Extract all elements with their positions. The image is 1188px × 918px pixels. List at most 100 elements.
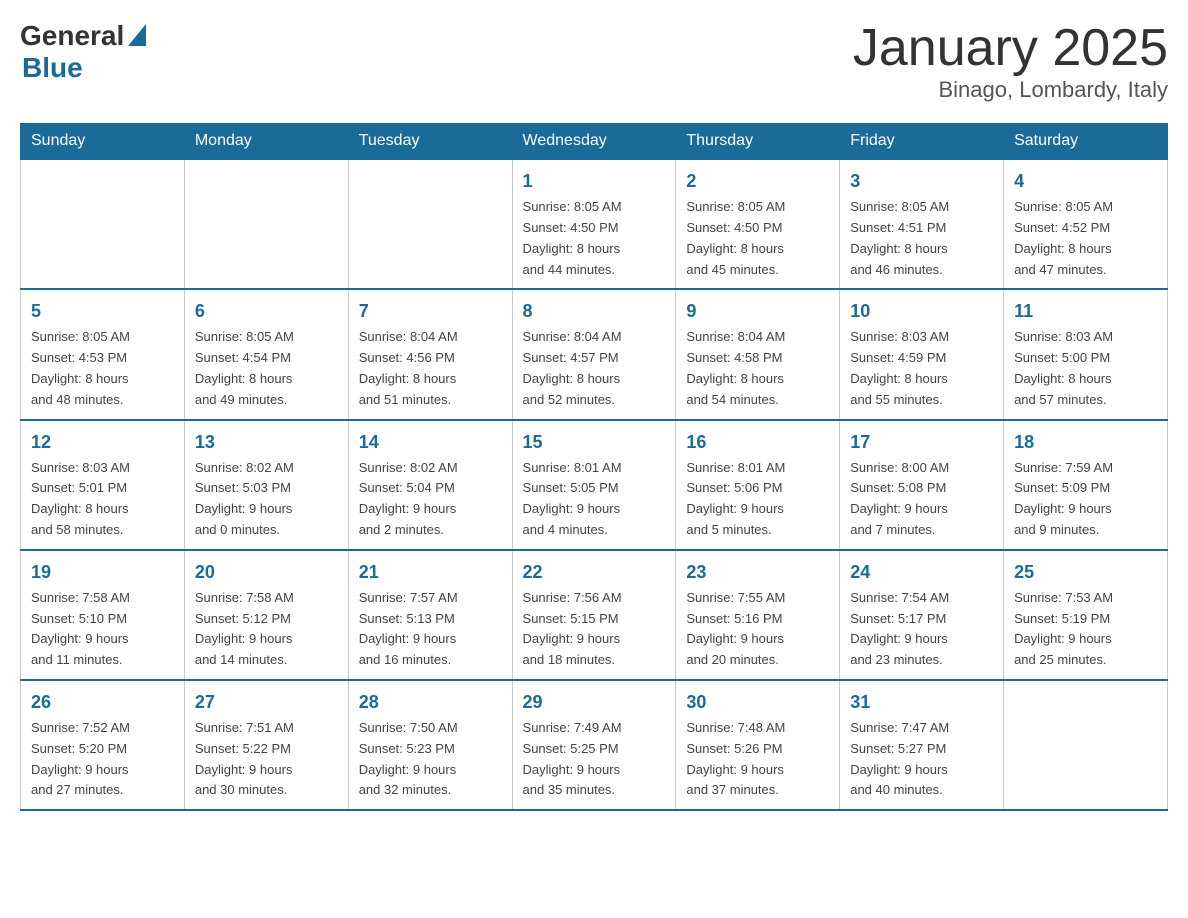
day-number: 2 bbox=[686, 168, 829, 195]
day-number: 14 bbox=[359, 429, 502, 456]
calendar-cell: 26Sunrise: 7:52 AMSunset: 5:20 PMDayligh… bbox=[21, 680, 185, 810]
logo-triangle-icon bbox=[128, 24, 146, 46]
calendar-cell: 1Sunrise: 8:05 AMSunset: 4:50 PMDaylight… bbox=[512, 159, 676, 289]
weekday-header: Sunday bbox=[21, 124, 185, 160]
day-number: 17 bbox=[850, 429, 993, 456]
day-info: Sunrise: 8:05 AMSunset: 4:50 PMDaylight:… bbox=[523, 197, 666, 280]
weekday-header: Wednesday bbox=[512, 124, 676, 160]
day-info: Sunrise: 7:52 AMSunset: 5:20 PMDaylight:… bbox=[31, 718, 174, 801]
calendar-cell: 11Sunrise: 8:03 AMSunset: 5:00 PMDayligh… bbox=[1004, 289, 1168, 419]
calendar-cell: 21Sunrise: 7:57 AMSunset: 5:13 PMDayligh… bbox=[348, 550, 512, 680]
calendar-week-row: 5Sunrise: 8:05 AMSunset: 4:53 PMDaylight… bbox=[21, 289, 1168, 419]
day-info: Sunrise: 7:50 AMSunset: 5:23 PMDaylight:… bbox=[359, 718, 502, 801]
day-number: 29 bbox=[523, 689, 666, 716]
title-block: January 2025 Binago, Lombardy, Italy bbox=[853, 20, 1168, 103]
weekday-header: Thursday bbox=[676, 124, 840, 160]
day-number: 31 bbox=[850, 689, 993, 716]
day-number: 4 bbox=[1014, 168, 1157, 195]
day-number: 27 bbox=[195, 689, 338, 716]
calendar-cell: 27Sunrise: 7:51 AMSunset: 5:22 PMDayligh… bbox=[184, 680, 348, 810]
calendar-subtitle: Binago, Lombardy, Italy bbox=[853, 77, 1168, 103]
calendar-cell bbox=[21, 159, 185, 289]
day-info: Sunrise: 8:05 AMSunset: 4:50 PMDaylight:… bbox=[686, 197, 829, 280]
calendar-cell: 23Sunrise: 7:55 AMSunset: 5:16 PMDayligh… bbox=[676, 550, 840, 680]
calendar-cell: 17Sunrise: 8:00 AMSunset: 5:08 PMDayligh… bbox=[840, 420, 1004, 550]
day-number: 10 bbox=[850, 298, 993, 325]
day-info: Sunrise: 8:05 AMSunset: 4:54 PMDaylight:… bbox=[195, 327, 338, 410]
day-number: 19 bbox=[31, 559, 174, 586]
day-info: Sunrise: 8:00 AMSunset: 5:08 PMDaylight:… bbox=[850, 458, 993, 541]
day-info: Sunrise: 7:57 AMSunset: 5:13 PMDaylight:… bbox=[359, 588, 502, 671]
calendar-cell: 28Sunrise: 7:50 AMSunset: 5:23 PMDayligh… bbox=[348, 680, 512, 810]
day-number: 21 bbox=[359, 559, 502, 586]
day-info: Sunrise: 8:01 AMSunset: 5:05 PMDaylight:… bbox=[523, 458, 666, 541]
calendar-week-row: 19Sunrise: 7:58 AMSunset: 5:10 PMDayligh… bbox=[21, 550, 1168, 680]
calendar-table: SundayMondayTuesdayWednesdayThursdayFrid… bbox=[20, 123, 1168, 811]
calendar-cell: 4Sunrise: 8:05 AMSunset: 4:52 PMDaylight… bbox=[1004, 159, 1168, 289]
day-number: 3 bbox=[850, 168, 993, 195]
day-info: Sunrise: 8:04 AMSunset: 4:56 PMDaylight:… bbox=[359, 327, 502, 410]
day-number: 23 bbox=[686, 559, 829, 586]
calendar-cell: 12Sunrise: 8:03 AMSunset: 5:01 PMDayligh… bbox=[21, 420, 185, 550]
day-number: 22 bbox=[523, 559, 666, 586]
day-info: Sunrise: 8:05 AMSunset: 4:53 PMDaylight:… bbox=[31, 327, 174, 410]
day-number: 25 bbox=[1014, 559, 1157, 586]
day-info: Sunrise: 7:55 AMSunset: 5:16 PMDaylight:… bbox=[686, 588, 829, 671]
day-info: Sunrise: 8:01 AMSunset: 5:06 PMDaylight:… bbox=[686, 458, 829, 541]
calendar-cell: 3Sunrise: 8:05 AMSunset: 4:51 PMDaylight… bbox=[840, 159, 1004, 289]
day-number: 24 bbox=[850, 559, 993, 586]
day-number: 15 bbox=[523, 429, 666, 456]
day-number: 11 bbox=[1014, 298, 1157, 325]
day-info: Sunrise: 8:04 AMSunset: 4:57 PMDaylight:… bbox=[523, 327, 666, 410]
calendar-header-row: SundayMondayTuesdayWednesdayThursdayFrid… bbox=[21, 124, 1168, 160]
logo: General Blue bbox=[20, 20, 146, 84]
calendar-cell: 16Sunrise: 8:01 AMSunset: 5:06 PMDayligh… bbox=[676, 420, 840, 550]
calendar-cell: 29Sunrise: 7:49 AMSunset: 5:25 PMDayligh… bbox=[512, 680, 676, 810]
day-number: 12 bbox=[31, 429, 174, 456]
day-number: 26 bbox=[31, 689, 174, 716]
calendar-cell bbox=[348, 159, 512, 289]
day-number: 9 bbox=[686, 298, 829, 325]
day-info: Sunrise: 8:05 AMSunset: 4:51 PMDaylight:… bbox=[850, 197, 993, 280]
calendar-cell: 10Sunrise: 8:03 AMSunset: 4:59 PMDayligh… bbox=[840, 289, 1004, 419]
calendar-cell: 5Sunrise: 8:05 AMSunset: 4:53 PMDaylight… bbox=[21, 289, 185, 419]
day-number: 8 bbox=[523, 298, 666, 325]
day-number: 1 bbox=[523, 168, 666, 195]
calendar-cell: 19Sunrise: 7:58 AMSunset: 5:10 PMDayligh… bbox=[21, 550, 185, 680]
day-info: Sunrise: 7:51 AMSunset: 5:22 PMDaylight:… bbox=[195, 718, 338, 801]
day-number: 20 bbox=[195, 559, 338, 586]
day-info: Sunrise: 7:58 AMSunset: 5:12 PMDaylight:… bbox=[195, 588, 338, 671]
day-number: 18 bbox=[1014, 429, 1157, 456]
calendar-week-row: 26Sunrise: 7:52 AMSunset: 5:20 PMDayligh… bbox=[21, 680, 1168, 810]
day-number: 16 bbox=[686, 429, 829, 456]
calendar-cell: 24Sunrise: 7:54 AMSunset: 5:17 PMDayligh… bbox=[840, 550, 1004, 680]
day-info: Sunrise: 7:53 AMSunset: 5:19 PMDaylight:… bbox=[1014, 588, 1157, 671]
calendar-cell: 20Sunrise: 7:58 AMSunset: 5:12 PMDayligh… bbox=[184, 550, 348, 680]
day-number: 6 bbox=[195, 298, 338, 325]
calendar-title: January 2025 bbox=[853, 20, 1168, 77]
day-info: Sunrise: 7:49 AMSunset: 5:25 PMDaylight:… bbox=[523, 718, 666, 801]
day-info: Sunrise: 8:03 AMSunset: 5:01 PMDaylight:… bbox=[31, 458, 174, 541]
day-info: Sunrise: 7:47 AMSunset: 5:27 PMDaylight:… bbox=[850, 718, 993, 801]
weekday-header: Tuesday bbox=[348, 124, 512, 160]
logo-blue-text: Blue bbox=[22, 52, 83, 84]
calendar-cell bbox=[184, 159, 348, 289]
calendar-cell: 18Sunrise: 7:59 AMSunset: 5:09 PMDayligh… bbox=[1004, 420, 1168, 550]
day-info: Sunrise: 7:48 AMSunset: 5:26 PMDaylight:… bbox=[686, 718, 829, 801]
calendar-cell: 9Sunrise: 8:04 AMSunset: 4:58 PMDaylight… bbox=[676, 289, 840, 419]
day-info: Sunrise: 7:56 AMSunset: 5:15 PMDaylight:… bbox=[523, 588, 666, 671]
calendar-cell: 25Sunrise: 7:53 AMSunset: 5:19 PMDayligh… bbox=[1004, 550, 1168, 680]
day-info: Sunrise: 8:03 AMSunset: 5:00 PMDaylight:… bbox=[1014, 327, 1157, 410]
weekday-header: Monday bbox=[184, 124, 348, 160]
calendar-cell: 8Sunrise: 8:04 AMSunset: 4:57 PMDaylight… bbox=[512, 289, 676, 419]
day-number: 30 bbox=[686, 689, 829, 716]
calendar-cell: 7Sunrise: 8:04 AMSunset: 4:56 PMDaylight… bbox=[348, 289, 512, 419]
calendar-cell: 2Sunrise: 8:05 AMSunset: 4:50 PMDaylight… bbox=[676, 159, 840, 289]
day-info: Sunrise: 7:54 AMSunset: 5:17 PMDaylight:… bbox=[850, 588, 993, 671]
calendar-cell: 15Sunrise: 8:01 AMSunset: 5:05 PMDayligh… bbox=[512, 420, 676, 550]
day-info: Sunrise: 7:58 AMSunset: 5:10 PMDaylight:… bbox=[31, 588, 174, 671]
day-number: 5 bbox=[31, 298, 174, 325]
calendar-cell: 13Sunrise: 8:02 AMSunset: 5:03 PMDayligh… bbox=[184, 420, 348, 550]
page-header: General Blue January 2025 Binago, Lombar… bbox=[20, 20, 1168, 103]
day-number: 7 bbox=[359, 298, 502, 325]
